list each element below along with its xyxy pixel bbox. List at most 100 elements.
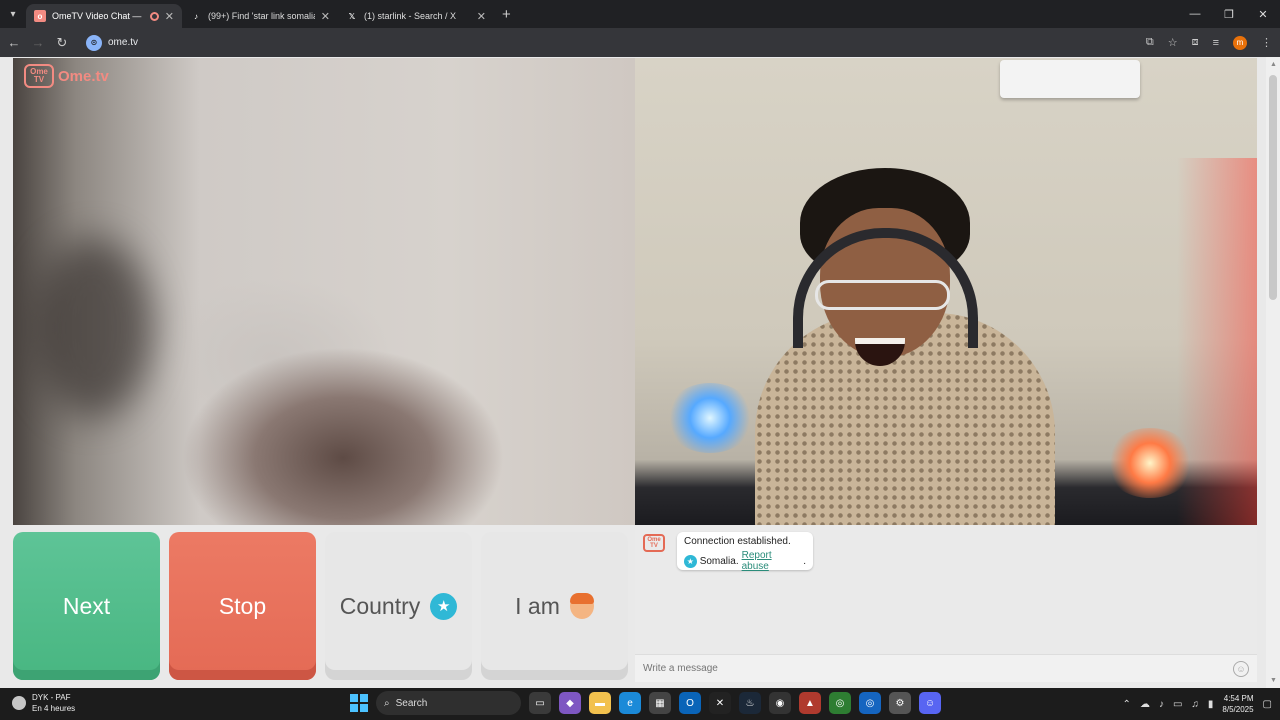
notification-icon[interactable]: ▢ xyxy=(1263,699,1272,710)
cloud-icon[interactable]: ☁ xyxy=(1140,699,1150,710)
report-suffix: . xyxy=(803,555,806,567)
profile-avatar[interactable]: m xyxy=(1233,35,1247,50)
edge-icon[interactable]: e xyxy=(619,692,641,714)
iam-label: I am xyxy=(515,592,560,619)
ometv-chat-logo-icon: Ome TV xyxy=(643,534,665,552)
tab-close-icon[interactable]: ✕ xyxy=(477,10,486,23)
obs-icon[interactable]: ◉ xyxy=(769,692,791,714)
store-icon[interactable]: ▦ xyxy=(649,692,671,714)
avatar-face-icon xyxy=(569,593,594,619)
taskbar-search-label: Search xyxy=(395,697,428,709)
taskbar-apps: ⌕ Search ▭ ◆ ▬ e ▦ O ✕ ♨ ◉ ▲ ◎ ◎ ⚙ ☺ xyxy=(350,691,941,715)
weather-subtitle: En 4 heures xyxy=(32,704,76,713)
stranger-camera-video xyxy=(635,58,1257,525)
browser-menu-icon[interactable]: ⋮ xyxy=(1261,36,1272,49)
minimize-button[interactable]: — xyxy=(1178,0,1212,28)
page-scrollbar[interactable]: ▲ ▼ xyxy=(1266,57,1280,688)
scroll-up-icon[interactable]: ▲ xyxy=(1270,61,1277,68)
settings-icon[interactable]: ⚙ xyxy=(889,692,911,714)
site-info-icon[interactable]: ⊙ xyxy=(86,34,102,51)
stop-button[interactable]: Stop xyxy=(169,532,316,680)
blurred-figure xyxy=(33,238,153,418)
country-button[interactable]: Country ★ xyxy=(325,532,472,680)
copilot-icon[interactable]: ◆ xyxy=(559,692,581,714)
install-app-icon[interactable]: ⧉ xyxy=(1146,36,1154,49)
steam-icon[interactable]: ♨ xyxy=(739,692,761,714)
ometv-logo[interactable]: Ome TV Ome.tv xyxy=(24,64,109,88)
star-icon: ★ xyxy=(684,554,697,568)
window-controls: — ❐ ✕ xyxy=(1178,0,1280,28)
chat-panel: Ome TV Connection established. ★ Somalia… xyxy=(635,525,1257,688)
glasses xyxy=(815,280,950,310)
system-tray: ⌃ ☁ ♪ ▭ ♫ ▮ 4:54 PM 8/5/2025 ▢ xyxy=(1123,688,1272,720)
recording-icon xyxy=(149,11,159,21)
windows-start-icon[interactable] xyxy=(350,694,368,712)
bookmark-star-icon[interactable]: ☆ xyxy=(1168,36,1178,49)
browser-toolbar: ← → ↻ ⊙ ome.tv ⧉ ☆ ⧈ ≡ m ⋮ xyxy=(0,28,1280,57)
tab-ometv[interactable]: o OmeTV Video Chat — Ome ✕ xyxy=(26,4,182,28)
tab-close-icon[interactable]: ✕ xyxy=(321,10,330,23)
tab-strip: ▾ o OmeTV Video Chat — Ome ✕ ♪ (99+) Fin… xyxy=(0,0,1280,28)
emoji-icon[interactable]: ☺ xyxy=(1233,660,1249,677)
new-tab-button[interactable]: + xyxy=(502,6,511,23)
clock-time: 4:54 PM xyxy=(1223,694,1254,703)
stranger-country: Somalia. xyxy=(699,555,739,567)
blue-lamp xyxy=(665,383,755,453)
tiktok-favicon-icon: ♪ xyxy=(194,11,198,21)
chevron-up-icon[interactable]: ⌃ xyxy=(1123,699,1131,710)
extensions-icon[interactable]: ⧈ xyxy=(1192,36,1199,49)
back-button[interactable]: ← xyxy=(2,35,26,50)
star-icon: ★ xyxy=(430,592,458,620)
taskbar-search[interactable]: ⌕ Search xyxy=(376,691,521,715)
chrome-profile-icon[interactable]: ◎ xyxy=(859,692,881,714)
tab-title: (99+) Find 'star link somalia' on xyxy=(208,11,315,21)
forward-button[interactable]: → xyxy=(26,35,50,50)
display-icon[interactable]: ▭ xyxy=(1173,699,1182,710)
discord-icon[interactable]: ☺ xyxy=(919,692,941,714)
tab-title: OmeTV Video Chat — Ome xyxy=(52,11,144,21)
ometv-logo-icon: Ome TV xyxy=(24,64,54,88)
message-input[interactable] xyxy=(643,663,1233,674)
message-bar: ☺ xyxy=(635,654,1257,682)
microphone-icon[interactable]: ♪ xyxy=(1159,699,1164,710)
tab-x[interactable]: 𝕏 (1) starlink - Search / X ✕ xyxy=(338,4,494,28)
tab-close-icon[interactable]: ✕ xyxy=(165,10,174,23)
volume-icon[interactable]: ♫ xyxy=(1191,699,1199,710)
outlook-icon[interactable]: O xyxy=(679,692,701,714)
next-button[interactable]: Next xyxy=(13,532,160,680)
weather-widget[interactable]: DYK - PAF En 4 heures xyxy=(12,692,75,714)
reload-button[interactable]: ↻ xyxy=(50,35,74,51)
close-window-button[interactable]: ✕ xyxy=(1246,0,1280,28)
ometv-favicon-icon: o xyxy=(34,10,46,22)
tab-title: (1) starlink - Search / X xyxy=(364,11,457,21)
stop-label: Stop xyxy=(218,592,267,619)
search-icon: ⌕ xyxy=(384,697,390,709)
restore-button[interactable]: ❐ xyxy=(1212,0,1246,28)
weather-icon xyxy=(12,696,26,710)
air-conditioner xyxy=(1000,60,1140,98)
self-camera-video xyxy=(13,58,635,525)
chrome-icon[interactable]: ◎ xyxy=(829,692,851,714)
report-abuse-link[interactable]: Report abuse xyxy=(742,550,801,572)
app-icon[interactable]: ▲ xyxy=(799,692,821,714)
task-view-icon[interactable]: ▭ xyxy=(529,692,551,714)
tab-search-button[interactable]: ▾ xyxy=(0,0,26,28)
toolbar-actions: ⧉ ☆ ⧈ ≡ m ⋮ xyxy=(1146,28,1272,57)
gender-button[interactable]: I am xyxy=(481,532,628,680)
red-lamp xyxy=(1105,428,1195,498)
battery-icon[interactable]: ▮ xyxy=(1208,699,1214,710)
country-label: Country xyxy=(339,592,421,619)
file-explorer-icon[interactable]: ▬ xyxy=(589,692,611,714)
system-message: Connection established. ★ Somalia. Repor… xyxy=(677,532,813,572)
clock[interactable]: 4:54 PM 8/5/2025 xyxy=(1222,693,1253,715)
windows-taskbar: DYK - PAF En 4 heures ⌕ Search ▭ ◆ ▬ e ▦… xyxy=(0,688,1280,720)
tab-tiktok[interactable]: ♪ (99+) Find 'star link somalia' on ✕ xyxy=(182,4,338,28)
capcut-icon[interactable]: ✕ xyxy=(709,692,731,714)
ometv-page: Next Stop Country ★ I am Ome TV Connecti… xyxy=(0,57,1280,688)
scroll-down-icon[interactable]: ▼ xyxy=(1270,677,1277,684)
weather-title: DYK - PAF xyxy=(32,693,71,702)
address-bar[interactable]: ome.tv xyxy=(108,37,138,48)
scrollbar-thumb[interactable] xyxy=(1269,75,1277,300)
ometv-wordmark: Ome.tv xyxy=(58,67,109,85)
media-control-icon[interactable]: ≡ xyxy=(1213,37,1219,49)
